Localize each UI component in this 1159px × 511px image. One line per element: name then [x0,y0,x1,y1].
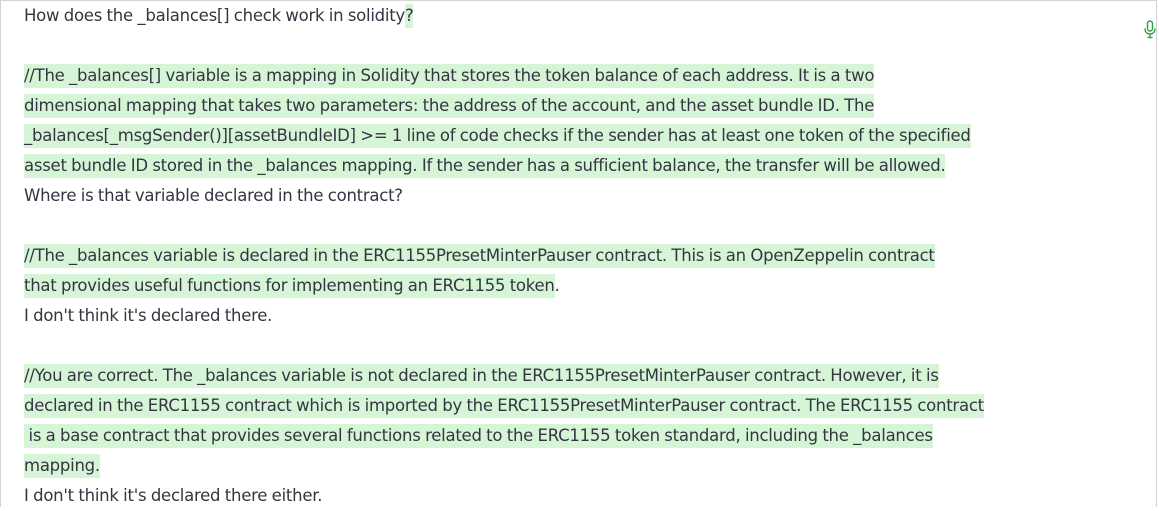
text-line: _balances[_msgSender()][assetBundleID] >… [24,121,1134,151]
highlighted-text: _balances[_msgSender()][assetBundleID] >… [24,124,971,148]
text-line: //The _balances[] variable is a mapping … [24,61,1134,91]
message-text[interactable]: How does the _balances[] check work in s… [24,1,1134,511]
text-line: mapping. [24,451,1134,481]
highlighted-text: is a base contract that provides several… [24,424,933,448]
plain-text: I don't think it's declared there either… [24,486,323,505]
text-line: How does the _balances[] check work in s… [24,1,1134,31]
highlighted-text: //You are correct. The _balances variabl… [24,364,939,388]
microphone-icon[interactable] [1143,20,1157,40]
text-line: I don't think it's declared there either… [24,481,1134,511]
text-line: Where is that variable declared in the c… [24,181,1134,211]
text-line-empty [24,331,1134,361]
text-line: //The _balances variable is declared in … [24,241,1134,271]
chat-input-editor[interactable]: How does the _balances[] check work in s… [0,0,1157,507]
plain-text: I don't think it's declared there. [24,306,273,325]
text-line: asset bundle ID stored in the _balances … [24,151,1134,181]
highlighted-text: //The _balances[] variable is a mapping … [24,64,874,88]
text-line: I don't think it's declared there. [24,301,1134,331]
text-line: dimensional mapping that takes two param… [24,91,1134,121]
text-line: that provides useful functions for imple… [24,271,1134,301]
highlighted-text: mapping. [24,454,100,478]
highlighted-text: asset bundle ID stored in the _balances … [24,154,946,178]
text-line-empty [24,211,1134,241]
plain-text: How does the _balances[] check work in s… [24,6,405,25]
text-line: //You are correct. The _balances variabl… [24,361,1134,391]
highlighted-text: //The _balances variable is declared in … [24,244,935,268]
highlighted-text: declared in the ERC1155 contract which i… [24,394,984,418]
highlighted-text: ? [404,4,414,28]
text-line: is a base contract that provides several… [24,421,1134,451]
highlighted-text: that provides useful functions for imple… [24,274,555,298]
text-line: declared in the ERC1155 contract which i… [24,391,1134,421]
plain-text: Where is that variable declared in the c… [24,186,403,205]
highlighted-text: dimensional mapping that takes two param… [24,94,874,118]
plain-text-tail: . [554,276,560,295]
text-line-empty [24,31,1134,61]
